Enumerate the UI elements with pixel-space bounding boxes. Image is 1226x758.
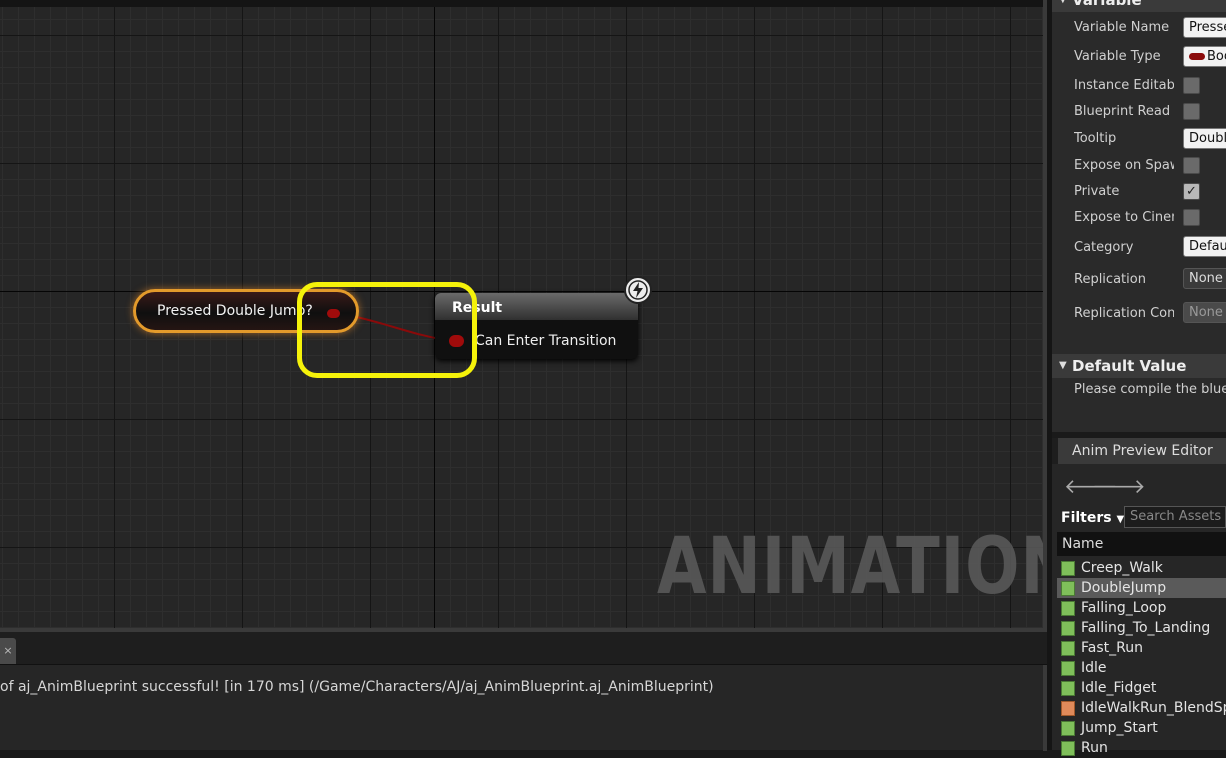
variable-type-value: Boo [1207,49,1226,64]
anim-sequence-icon [1061,640,1075,656]
asset-name: Idle [1081,660,1107,676]
output-log-tab-close[interactable]: × [0,638,16,664]
asset-name: Falling_To_Landing [1081,620,1211,636]
blendspace-icon [1061,700,1075,716]
output-log-tab-bar [0,632,1047,664]
instance-editable-checkbox[interactable] [1183,77,1200,94]
replication-dropdown[interactable]: None [1183,268,1226,289]
collapse-arrow-icon: ▼ [1059,0,1067,12]
prop-label-replication-condition: Replication Condition [1074,306,1174,321]
collapse-arrow-icon: ▼ [1059,360,1067,371]
blueprint-graph-canvas[interactable]: ANIMATION Pressed Double Jump? Result Ca… [0,0,1043,628]
list-item[interactable]: Falling_Loop [1057,598,1226,618]
variable-type-dropdown[interactable]: Boo [1183,46,1226,67]
anim-sequence-icon [1061,580,1075,596]
list-item[interactable]: Run [1057,738,1226,758]
tooltip-input[interactable]: Double [1183,128,1226,149]
list-item[interactable]: Jump_Start [1057,718,1226,738]
anim-sequence-icon [1061,620,1075,636]
asset-name: Creep_Walk [1081,560,1163,576]
asset-browser: 🡐 🡒 Filters ▼ Search Assets Name Creep_W… [1052,464,1226,756]
list-item[interactable]: DoubleJump [1057,578,1226,598]
anim-preview-editor-tab[interactable]: Anim Preview Editor [1058,438,1226,464]
default-value-message: Please compile the blueprint [1074,382,1226,397]
prop-label-variable-name: Variable Name [1074,20,1170,35]
anim-sequence-icon [1061,720,1075,736]
anim-sequence-icon [1061,660,1075,676]
prop-label-variable-type: Variable Type [1074,49,1161,64]
list-item[interactable]: Idle [1057,658,1226,678]
variable-name-input[interactable]: Pressed [1183,17,1226,38]
variable-node-label: Pressed Double Jump? [157,303,313,319]
expose-on-spawn-checkbox[interactable] [1183,157,1200,174]
list-item[interactable]: Fast_Run [1057,638,1226,658]
variable-section-header[interactable]: ▼ Variable [1052,0,1226,12]
asset-search-input[interactable]: Search Assets [1124,506,1226,528]
bool-type-swatch-icon [1189,53,1205,60]
default-value-section-header[interactable]: ▼ Default Value [1052,354,1226,378]
output-log-panel: of aj_AnimBlueprint successful! [in 170 … [0,664,1047,751]
asset-name: DoubleJump [1081,580,1167,596]
list-item[interactable]: IdleWalkRun_BlendSpace [1057,698,1226,718]
highlight-annotation-box [297,282,477,378]
section-title: Variable [1072,0,1142,9]
forward-arrow-icon[interactable]: 🡒 [1092,474,1146,498]
filters-dropdown[interactable]: Filters ▼ [1061,510,1124,526]
anim-sequence-icon [1061,680,1075,696]
asset-name: Run [1081,740,1108,756]
prop-label-blueprint-read-only: Blueprint Read Only [1074,104,1174,119]
prop-label-private: Private [1074,184,1120,199]
lightning-icon [624,276,652,304]
details-panel: ▼ Variable Variable Name Pressed Variabl… [1052,0,1226,432]
prop-label-category: Category [1074,240,1134,255]
list-item[interactable]: Falling_To_Landing [1057,618,1226,638]
private-checkbox[interactable]: ✓ [1183,183,1200,200]
asset-name: Fast_Run [1081,640,1143,656]
prop-label-expose-on-spawn: Expose on Spawn [1074,158,1174,173]
asset-name: Falling_Loop [1081,600,1167,616]
name-column-header[interactable]: Name [1057,532,1226,556]
anim-preview-editor-panel: Anim Preview Editor 🡐 🡒 Filters ▼ Search… [1052,438,1226,756]
prop-label-expose-to-cinematics: Expose to Cinematics [1074,210,1174,225]
can-enter-transition-label: Can Enter Transition [475,333,617,349]
anim-sequence-icon [1061,740,1075,756]
prop-label-tooltip: Tooltip [1074,131,1117,146]
anim-sequence-icon [1061,560,1075,576]
expose-to-cinematics-checkbox[interactable] [1183,209,1200,226]
prop-label-replication: Replication [1074,272,1146,287]
asset-name: Jump_Start [1081,720,1158,736]
replication-condition-dropdown[interactable]: None [1183,302,1226,323]
anim-sequence-icon [1061,600,1075,616]
compile-result-message: of aj_AnimBlueprint successful! [in 170 … [0,679,714,695]
category-combobox[interactable]: Default [1183,236,1226,257]
blueprint-read-only-checkbox[interactable] [1183,103,1200,120]
list-item[interactable]: Creep_Walk [1057,558,1226,578]
filters-label: Filters [1061,510,1112,526]
asset-name: Idle_Fidget [1081,680,1157,696]
list-item[interactable]: Idle_Fidget [1057,678,1226,698]
section-title: Default Value [1072,357,1187,375]
prop-label-instance-editable: Instance Editable [1074,78,1174,93]
asset-name: IdleWalkRun_BlendSpace [1081,700,1226,716]
